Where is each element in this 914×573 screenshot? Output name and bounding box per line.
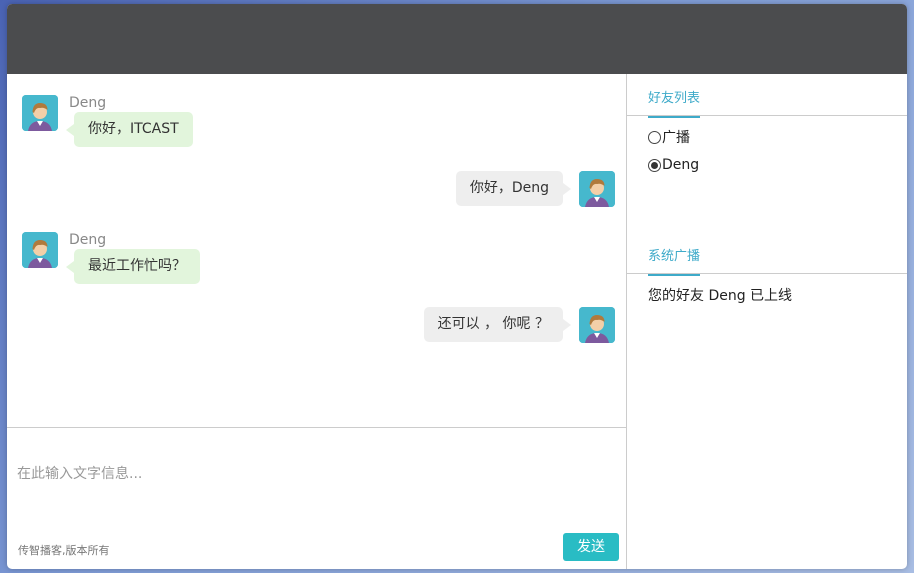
chat-window: Deng 你好，ITCAST 你好，Deng Deng 最近工作忙吗？ 还可以 … bbox=[7, 4, 907, 569]
user-avatar-icon bbox=[22, 232, 58, 268]
message-bubble: 还可以 ， 你呢 ？ bbox=[423, 307, 572, 342]
radio-button[interactable] bbox=[648, 130, 661, 144]
message-sender: Deng bbox=[69, 95, 107, 111]
top-bar bbox=[7, 4, 907, 74]
message-bubble: 最近工作忙吗？ bbox=[66, 249, 200, 284]
composer-divider bbox=[7, 427, 626, 428]
user-avatar-icon bbox=[579, 307, 615, 343]
friend-label: 广播 bbox=[662, 130, 690, 146]
radio-button[interactable] bbox=[648, 158, 661, 172]
panel-divider bbox=[627, 115, 907, 116]
message-bubble: 你好，ITCAST bbox=[66, 112, 193, 147]
sidebar-divider bbox=[626, 74, 627, 569]
panel-divider bbox=[627, 273, 907, 274]
message-bubble: 你好，Deng bbox=[455, 171, 572, 206]
friend-label: Deng bbox=[662, 157, 700, 173]
user-avatar-icon bbox=[22, 95, 58, 131]
broadcast-message: 您的好友 Deng 已上线 bbox=[648, 288, 793, 304]
message-input[interactable] bbox=[17, 462, 617, 486]
user-avatar-icon bbox=[579, 171, 615, 207]
copyright-text: 传智播客,版本所有 bbox=[18, 544, 110, 557]
system-broadcast-title: 系统广播 bbox=[648, 245, 701, 276]
friends-list-title: 好友列表 bbox=[648, 87, 701, 118]
send-button[interactable]: 发送 bbox=[563, 533, 619, 561]
message-sender: Deng bbox=[69, 232, 107, 248]
friend-item-broadcast[interactable]: 广播 bbox=[648, 127, 690, 147]
friend-item-deng[interactable]: Deng bbox=[648, 157, 699, 173]
message-list: Deng 你好，ITCAST 你好，Deng Deng 最近工作忙吗？ 还可以 … bbox=[7, 74, 626, 427]
